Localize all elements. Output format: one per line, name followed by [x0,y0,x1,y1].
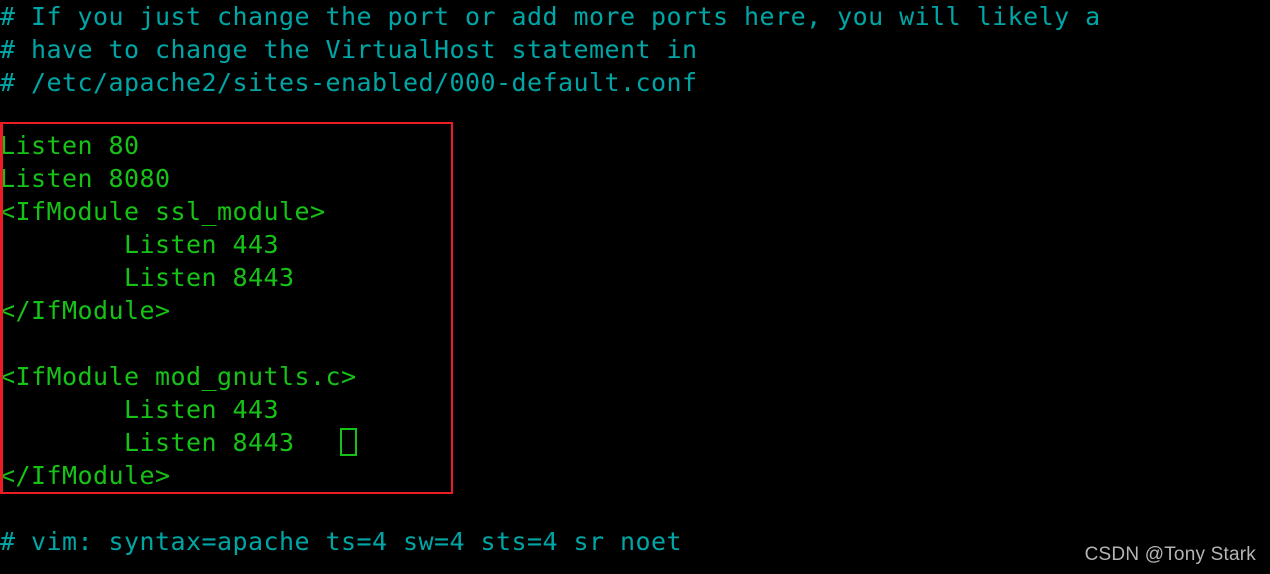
terminal-line: Listen 443 [0,230,280,259]
terminal-line: # If you just change the port or add mor… [0,2,1101,31]
terminal-line: Listen 443 [0,395,280,424]
terminal-line: <IfModule mod_gnutls.c> [0,362,357,391]
terminal-line: Listen 8443 [0,263,295,292]
csdn-watermark: CSDN @Tony Stark [1084,544,1256,565]
terminal-line: <IfModule ssl_module> [0,197,326,226]
terminal-line: Listen 80 [0,131,140,160]
terminal-line: # /etc/apache2/sites-enabled/000-default… [0,68,698,97]
terminal-line: Listen 8080 [0,164,171,193]
terminal-line: # have to change the VirtualHost stateme… [0,35,698,64]
text-cursor [340,428,357,456]
terminal-line: </IfModule> [0,296,171,325]
terminal-screen[interactable]: # If you just change the port or add mor… [0,0,1270,574]
terminal-line: Listen 8443 [0,428,295,457]
terminal-line: </IfModule> [0,461,171,490]
terminal-line: # vim: syntax=apache ts=4 sw=4 sts=4 sr … [0,527,683,556]
